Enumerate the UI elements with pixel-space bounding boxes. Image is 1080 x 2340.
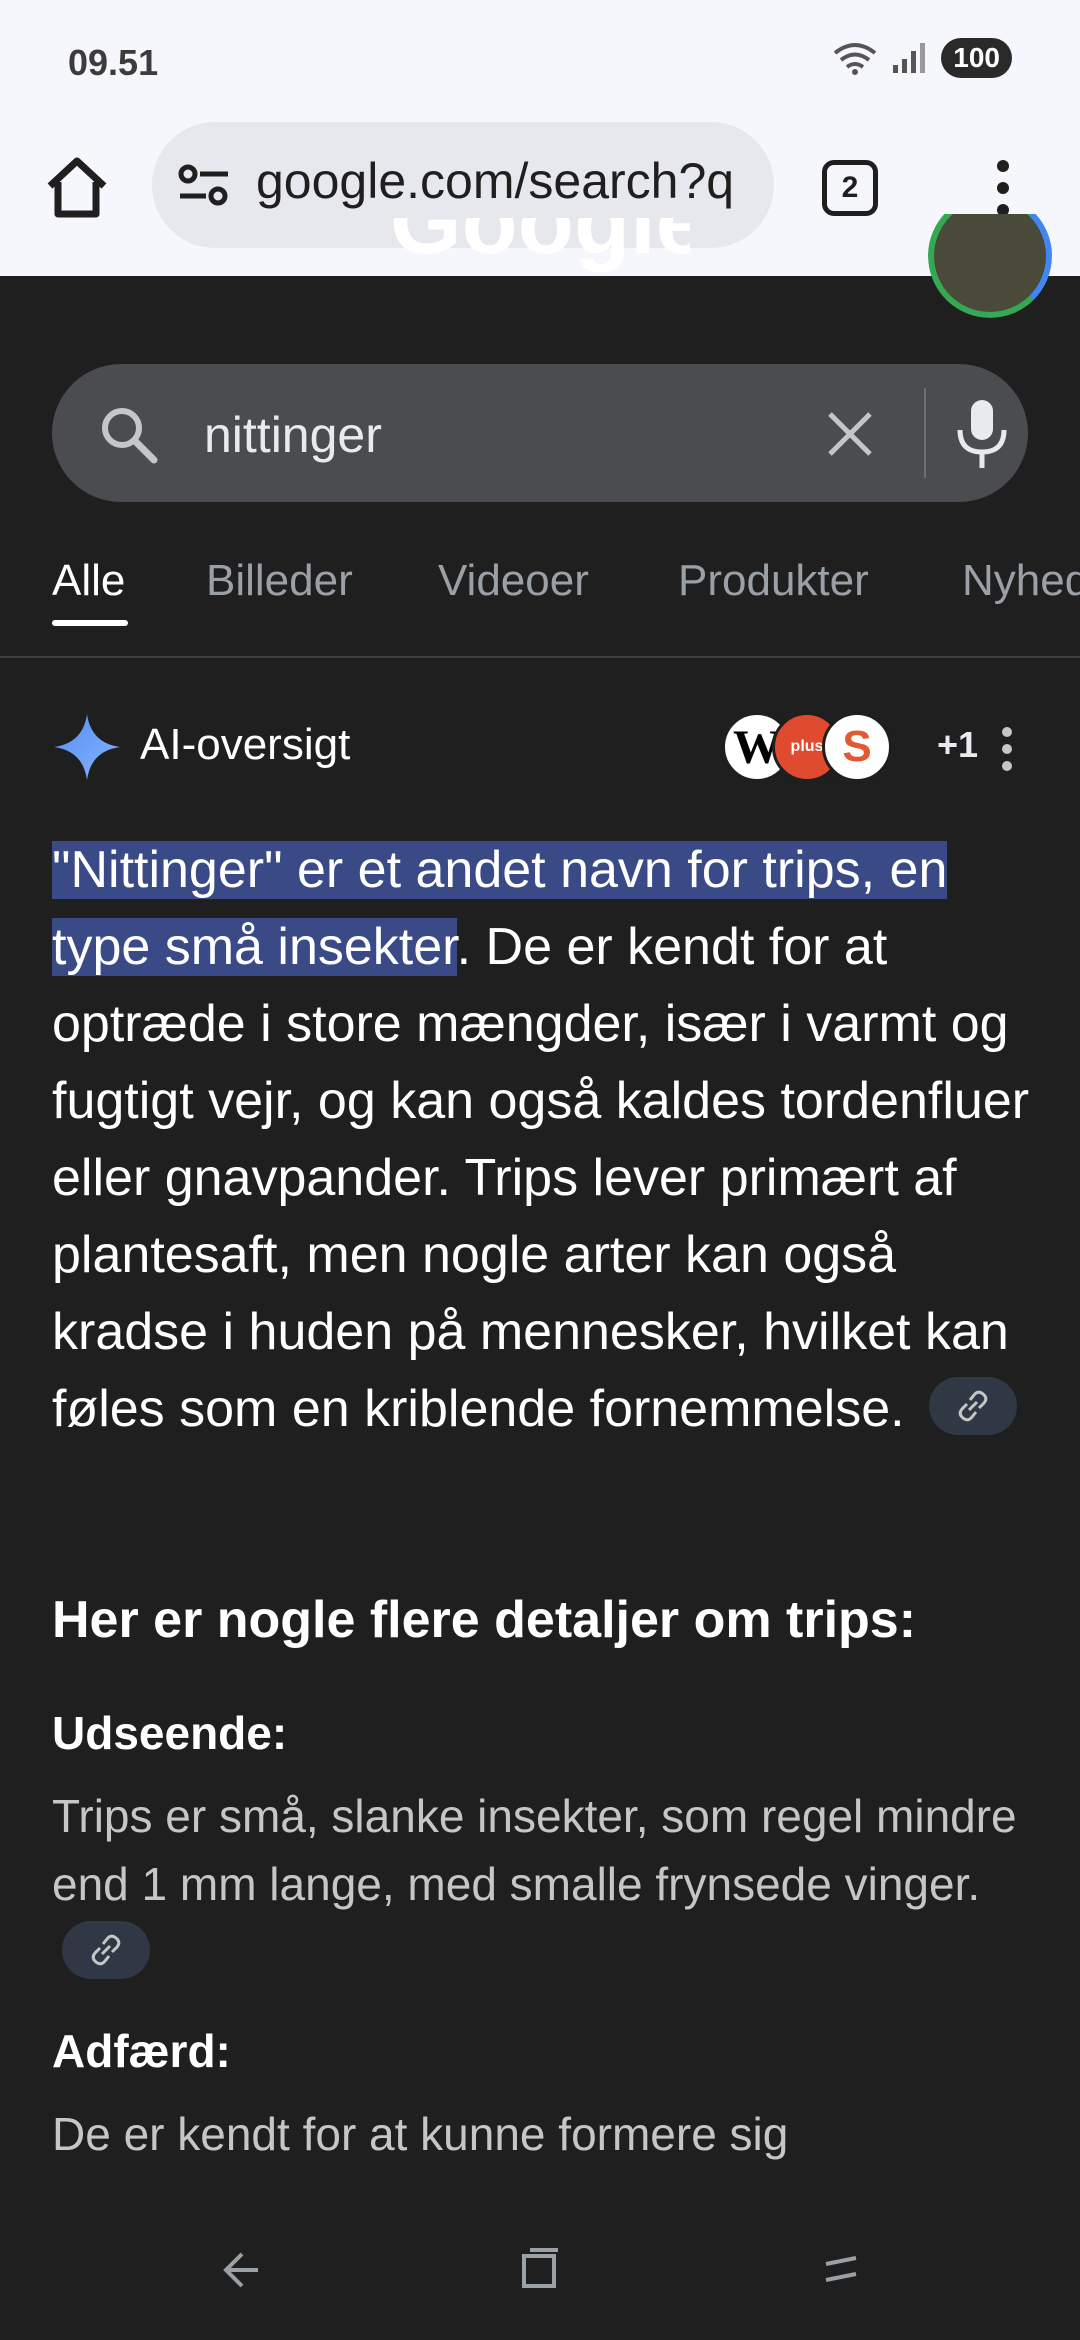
url-text: google.com/search?q <box>256 153 735 209</box>
answer-text: . De er kendt for at optræde i store mæn… <box>52 918 1030 1438</box>
search-bar[interactable]: nittinger <box>52 364 1028 502</box>
tune-icon[interactable] <box>176 160 232 210</box>
battery-indicator: 100 <box>941 38 1012 78</box>
more-sources-count[interactable]: +1 <box>937 724 978 766</box>
active-tab-indicator <box>52 620 128 626</box>
avatar[interactable] <box>928 214 1052 318</box>
source-link-button[interactable] <box>929 1377 1018 1436</box>
signal-icon <box>893 43 926 73</box>
search-icon <box>102 408 158 464</box>
tab-videoer[interactable]: Videoer <box>438 556 589 606</box>
more-vert-icon[interactable] <box>992 724 1022 774</box>
link-icon <box>91 1934 121 1966</box>
mic-icon[interactable] <box>954 398 1010 470</box>
ai-overview-header: AI-oversigt W plus S +1 <box>52 710 1032 790</box>
home-nav-icon[interactable] <box>812 2240 872 2300</box>
source-link-button[interactable] <box>62 1920 150 1979</box>
source-favicons[interactable]: W plus S <box>722 712 942 782</box>
detail-title-behavior: Adfærd: <box>52 2025 231 2077</box>
gemini-spark-icon <box>54 714 120 780</box>
more-vert-icon[interactable] <box>978 158 1028 218</box>
wifi-icon <box>834 43 877 75</box>
search-divider <box>924 388 926 478</box>
detail-text-content: Trips er små, slanke insekter, som regel… <box>52 1790 1017 1910</box>
status-time: 09.51 <box>68 42 159 83</box>
page: 09.51 100 google.com/search?q 2 Google n… <box>0 0 1080 2340</box>
status-icons: 100 <box>833 38 1012 78</box>
search-input[interactable]: nittinger <box>204 406 382 464</box>
home-icon[interactable] <box>42 152 112 222</box>
ai-overview-label: AI-oversigt <box>140 720 351 769</box>
system-nav-bar <box>0 2190 1080 2340</box>
back-icon[interactable] <box>208 2240 268 2300</box>
tab-alle[interactable]: Alle <box>52 556 125 606</box>
tab-nyheder[interactable]: Nyhed <box>962 556 1080 606</box>
recents-icon[interactable] <box>510 2240 570 2300</box>
detail-title-appearance: Udseende: <box>52 1707 288 1759</box>
tab-billeder[interactable]: Billeder <box>206 556 353 606</box>
close-icon[interactable] <box>820 404 880 464</box>
tab-produkter[interactable]: Produkter <box>678 556 869 606</box>
details-heading: Her er nogle flere detaljer om trips: <box>52 1591 917 1649</box>
tab-switcher-button[interactable]: 2 <box>822 160 878 216</box>
link-icon <box>958 1391 988 1422</box>
source-s-icon: S <box>822 712 892 782</box>
ai-answer: "Nittinger" er et andet navn for trips, … <box>52 832 1042 1448</box>
google-logo: Google <box>390 218 690 273</box>
detail-text-behavior: De er kendt for at kunne formere sig <box>52 2108 789 2160</box>
search-tabs: Alle Billeder Videoer Produkter Nyhed <box>0 546 1080 658</box>
detail-text-appearance: Trips er små, slanke insekter, som regel… <box>52 1782 1032 1986</box>
